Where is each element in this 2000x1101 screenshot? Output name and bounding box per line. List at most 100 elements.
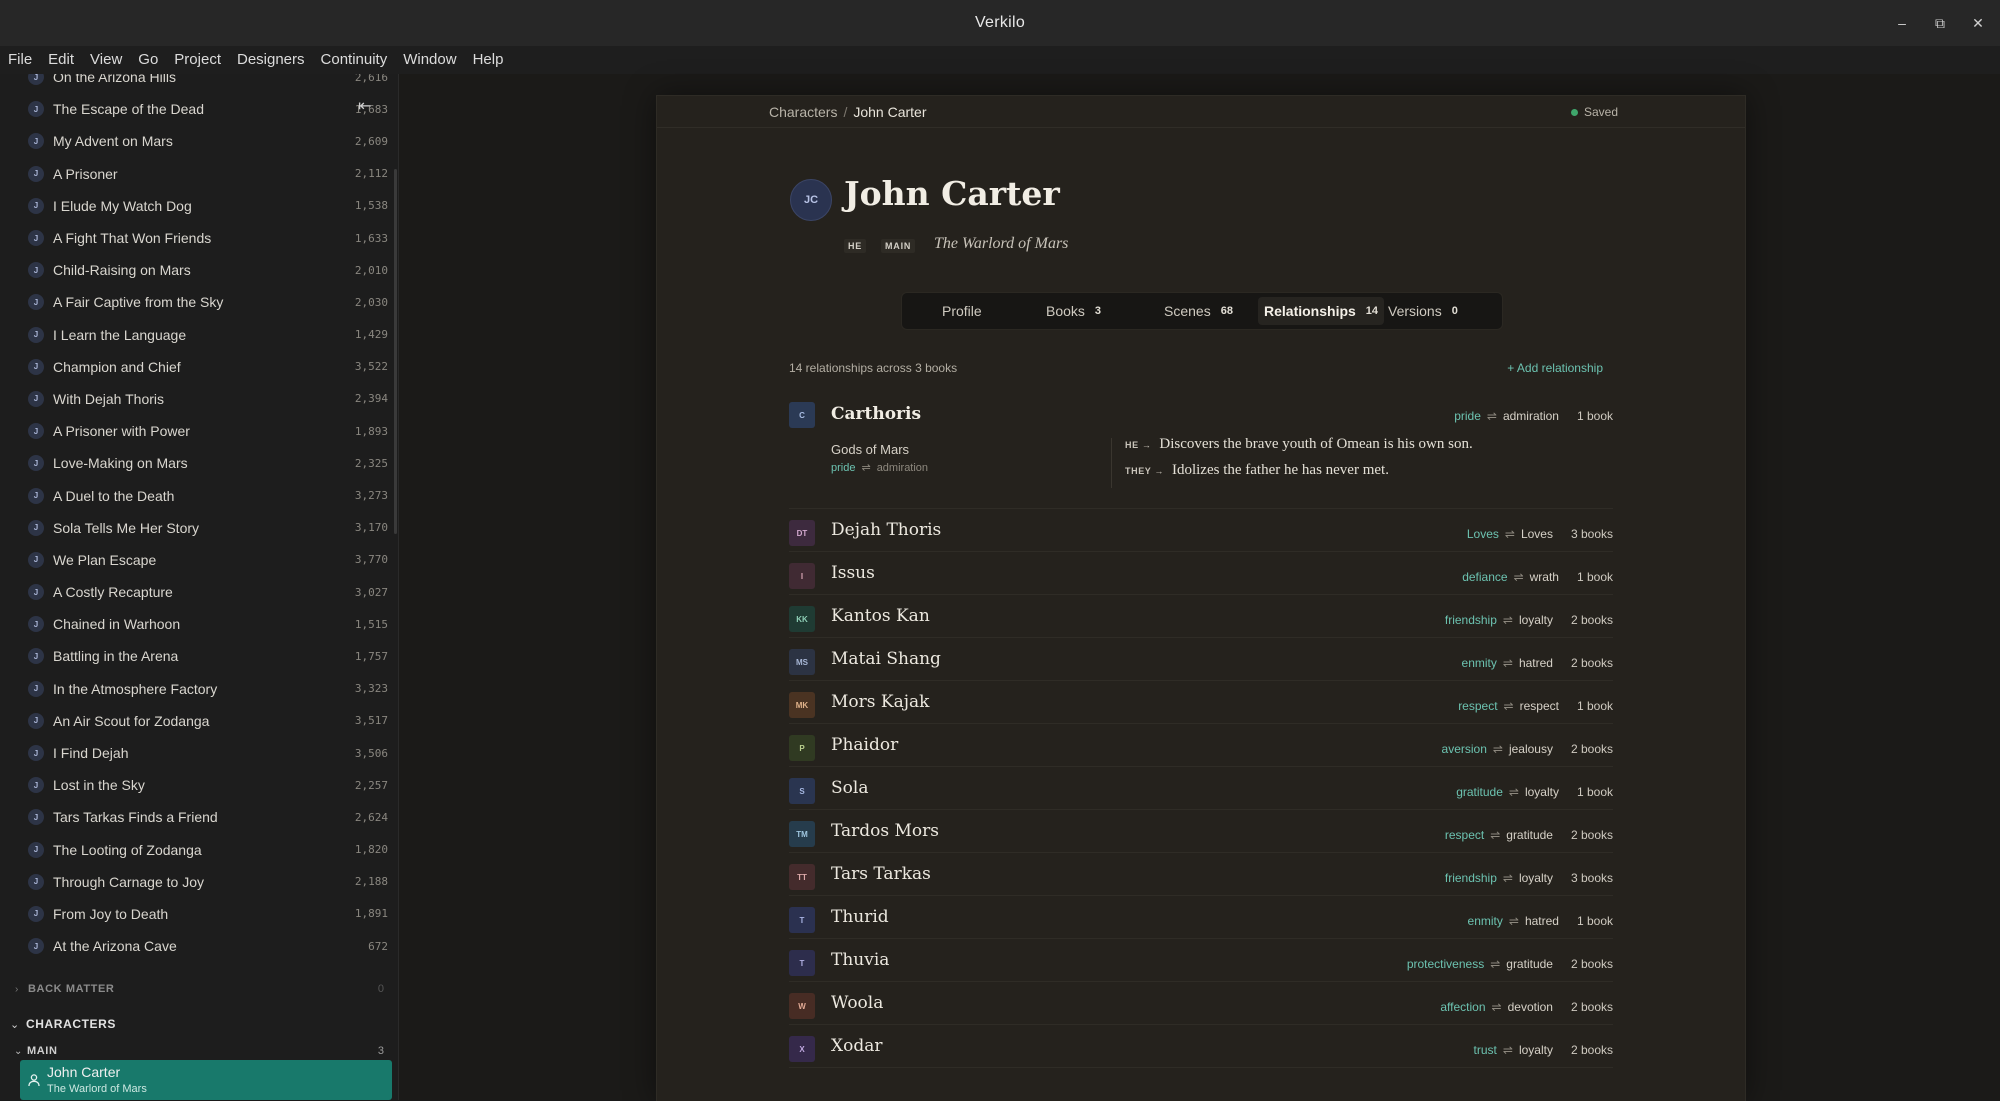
chapter-item[interactable]: J The Escape of the Dead 1,683	[0, 93, 398, 125]
line-text: Idolizes the father he has never met.	[1171, 462, 1389, 478]
relationship-from: pride	[831, 461, 856, 474]
chapter-title: From Joy to Death	[53, 905, 169, 922]
chapter-item[interactable]: J Champion and Chief 3,522	[0, 351, 398, 383]
relationship-row[interactable]: T Thurid enmity ⇌ hatred 1 book	[789, 895, 1613, 939]
sidebar-scrollbar[interactable]	[394, 169, 397, 534]
chapter-item[interactable]: J A Prisoner with Power 1,893	[0, 415, 398, 447]
add-relationship-button[interactable]: + Add relationship	[1507, 361, 1603, 375]
relationship-row[interactable]: X Xodar trust ⇌ loyalty 2 books	[789, 1024, 1613, 1068]
chapter-item[interactable]: J We Plan Escape 3,770	[0, 544, 398, 576]
chapter-item[interactable]: J In the Atmosphere Factory 3,323	[0, 673, 398, 705]
chapter-item[interactable]: J Sola Tells Me Her Story 3,170	[0, 512, 398, 544]
chapter-word-count: 3,323	[354, 682, 388, 696]
chapter-item[interactable]: J A Fair Captive from the Sky 2,030	[0, 286, 398, 318]
relationship-row[interactable]: MS Matai Shang enmity ⇌ hatred 2 books	[789, 637, 1613, 681]
relationship-name: Tardos Mors	[831, 821, 940, 841]
chapter-item[interactable]: J A Prisoner 2,112	[0, 158, 398, 190]
chapter-item[interactable]: J At the Arizona Cave 672	[0, 930, 398, 962]
relationship-name: Thuvia	[831, 950, 890, 970]
relationship-row[interactable]: TT Tars Tarkas friendship ⇌ loyalty 3 books	[789, 852, 1613, 896]
relationship-line-they: THEY → Idolizes the father he has never …	[1125, 462, 1389, 479]
menu-window[interactable]: Window	[395, 46, 464, 74]
relationship-row[interactable]: W Woola affection ⇌ devotion 2 books	[789, 981, 1613, 1025]
main-group[interactable]: ⌄ MAIN 3	[0, 1040, 398, 1062]
menu-bar: File Edit View Go Project Designers Cont…	[0, 46, 2000, 74]
close-icon[interactable]: ✕	[1970, 15, 1986, 32]
relationship-row[interactable]: I Issus defiance ⇌ wrath 1 book	[789, 551, 1613, 595]
minimize-icon[interactable]: –	[1894, 15, 1910, 31]
relationship-from: aversion	[1441, 742, 1487, 756]
chapter-item[interactable]: J On the Arizona Hills 2,616	[0, 74, 398, 93]
menu-go[interactable]: Go	[130, 46, 166, 74]
collapse-sidebar-icon[interactable]: ⇤	[358, 96, 371, 116]
chapter-item[interactable]: J With Dejah Thoris 2,394	[0, 383, 398, 415]
relationship-initials: X	[789, 1036, 815, 1062]
chapter-item[interactable]: J My Advent on Mars 2,609	[0, 125, 398, 157]
chapter-title: I Elude My Watch Dog	[53, 197, 192, 214]
chapter-badge: J	[28, 197, 44, 214]
relationship-row-expanded[interactable]: C Carthoris pride ⇌ admiration 1 book Go…	[789, 400, 1613, 509]
relationship-initials: DT	[789, 520, 815, 546]
chapter-item[interactable]: J I Learn the Language 1,429	[0, 319, 398, 351]
relationship-to: devotion	[1507, 1000, 1553, 1014]
breadcrumb-current: John Carter	[853, 104, 927, 120]
chapter-item[interactable]: J From Joy to Death 1,891	[0, 898, 398, 930]
chapter-title: Lost in the Sky	[53, 777, 145, 794]
relationship-row[interactable]: T Thuvia protectiveness ⇌ gratitude 2 books	[789, 938, 1613, 982]
chapter-item[interactable]: J A Duel to the Death 3,273	[0, 479, 398, 511]
chapter-item[interactable]: J An Air Scout for Zodanga 3,517	[0, 705, 398, 737]
maximize-icon[interactable]: ⧉	[1932, 15, 1948, 32]
chapter-item[interactable]: J Child-Raising on Mars 2,010	[0, 254, 398, 286]
menu-project[interactable]: Project	[166, 46, 229, 74]
menu-help[interactable]: Help	[465, 46, 512, 74]
chapter-title: Champion and Chief	[53, 358, 181, 375]
relationship-book-title[interactable]: Gods of Mars	[831, 442, 909, 457]
characters-section[interactable]: ⌄ CHARACTERS	[0, 1012, 398, 1036]
chapter-badge: J	[28, 487, 44, 504]
relationship-meta: defiance ⇌ wrath 1 book	[1462, 570, 1613, 584]
chapter-word-count: 3,506	[354, 746, 388, 760]
relationship-to: Loves	[1520, 527, 1553, 541]
menu-designers[interactable]: Designers	[229, 46, 313, 74]
chapter-item[interactable]: J Love-Making on Mars 2,325	[0, 447, 398, 479]
chapter-badge: J	[28, 712, 44, 729]
relationship-row[interactable]: KK Kantos Kan friendship ⇌ loyalty 2 books	[789, 594, 1613, 638]
sidebar-character-john-carter[interactable]: John Carter The Warlord of Mars	[20, 1060, 392, 1100]
breadcrumb-characters[interactable]: Characters	[769, 104, 837, 120]
character-subtitle: The Warlord of Mars	[47, 1083, 147, 1095]
exchange-icon: ⇌	[1491, 1000, 1502, 1014]
menu-view[interactable]: View	[82, 46, 130, 74]
chapter-item[interactable]: J Tars Tarkas Finds a Friend 2,624	[0, 801, 398, 833]
relationship-row[interactable]: P Phaidor aversion ⇌ jealousy 2 books	[789, 723, 1613, 767]
chapter-item[interactable]: J The Looting of Zodanga 1,820	[0, 834, 398, 866]
relationship-row[interactable]: S Sola gratitude ⇌ loyalty 1 book	[789, 766, 1613, 810]
chapter-item[interactable]: J Through Carnage to Joy 2,188	[0, 866, 398, 898]
relationship-name: Woola	[831, 993, 884, 1013]
chapter-item[interactable]: J Battling in the Arena 1,757	[0, 640, 398, 672]
tab-versions[interactable]: Versions 0	[1382, 297, 1464, 325]
chapter-word-count: 1,893	[354, 424, 388, 438]
chapter-item[interactable]: J I Find Dejah 3,506	[0, 737, 398, 769]
chapter-item[interactable]: J I Elude My Watch Dog 1,538	[0, 190, 398, 222]
tab-label: Books	[1046, 303, 1085, 319]
tab-scenes[interactable]: Scenes 68	[1158, 297, 1239, 325]
menu-file[interactable]: File	[0, 46, 40, 74]
relationship-row[interactable]: TM Tardos Mors respect ⇌ gratitude 2 books	[789, 809, 1613, 853]
tab-relationships[interactable]: Relationships 14	[1258, 297, 1385, 325]
menu-continuity[interactable]: Continuity	[313, 46, 396, 74]
tab-profile[interactable]: Profile	[936, 297, 988, 325]
relationship-row[interactable]: DT Dejah Thoris Loves ⇌ Loves 3 books	[789, 508, 1613, 552]
avatar[interactable]: JC	[790, 179, 832, 221]
chapter-item[interactable]: J Lost in the Sky 2,257	[0, 769, 398, 801]
chapter-word-count: 2,394	[354, 392, 388, 406]
tab-books[interactable]: Books 3	[1040, 297, 1107, 325]
relationship-books: 1 book	[1576, 785, 1613, 799]
relationship-row[interactable]: MK Mors Kajak respect ⇌ respect 1 book	[789, 680, 1613, 724]
menu-edit[interactable]: Edit	[40, 46, 82, 74]
chapter-title: Sola Tells Me Her Story	[53, 519, 200, 536]
chapter-item[interactable]: J A Costly Recapture 3,027	[0, 576, 398, 608]
chapter-item[interactable]: J Chained in Warhoon 1,515	[0, 608, 398, 640]
chapter-item[interactable]: J A Fight That Won Friends 1,633	[0, 222, 398, 254]
role-tag: MAIN	[881, 239, 916, 253]
back-matter-section[interactable]: › BACK MATTER 0	[0, 978, 398, 1000]
